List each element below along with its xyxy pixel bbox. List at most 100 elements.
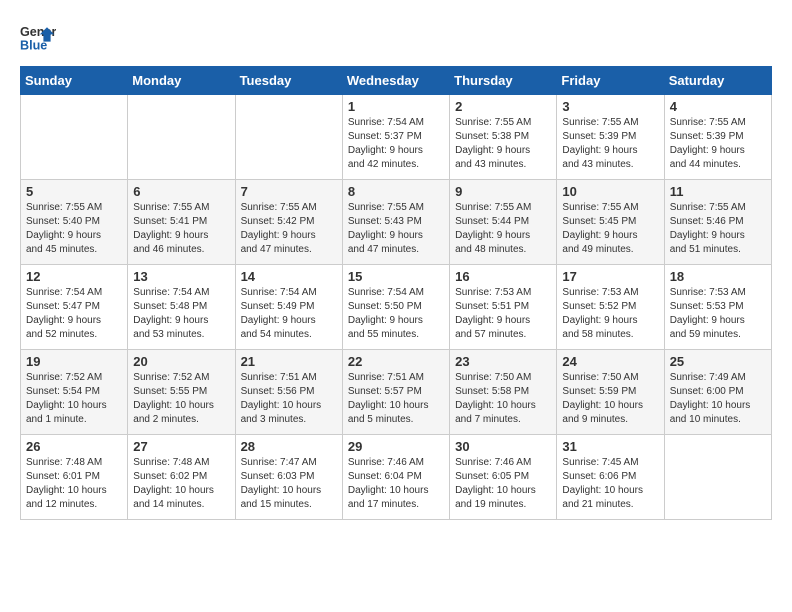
day-info: Sunrise: 7:50 AM Sunset: 5:59 PM Dayligh… [562, 371, 658, 427]
day-number: 10 [562, 184, 658, 199]
weekday-header-thursday: Thursday [450, 67, 557, 95]
logo: General Blue [20, 20, 56, 56]
day-number: 29 [348, 439, 444, 454]
day-number: 9 [455, 184, 551, 199]
calendar-cell: 25 Sunrise: 7:49 AM Sunset: 6:00 PM Dayli… [664, 350, 771, 435]
day-info: Sunrise: 7:55 AM Sunset: 5:44 PM Dayligh… [455, 201, 551, 257]
day-number: 15 [348, 269, 444, 284]
weekday-header-friday: Friday [557, 67, 664, 95]
day-info: Sunrise: 7:48 AM Sunset: 6:02 PM Dayligh… [133, 456, 229, 512]
calendar-cell [128, 95, 235, 180]
calendar-header-row: SundayMondayTuesdayWednesdayThursdayFrid… [21, 67, 772, 95]
day-info: Sunrise: 7:54 AM Sunset: 5:47 PM Dayligh… [26, 286, 122, 342]
calendar-cell [235, 95, 342, 180]
day-info: Sunrise: 7:53 AM Sunset: 5:53 PM Dayligh… [670, 286, 766, 342]
day-info: Sunrise: 7:55 AM Sunset: 5:39 PM Dayligh… [670, 116, 766, 172]
day-number: 17 [562, 269, 658, 284]
calendar-cell: 18 Sunrise: 7:53 AM Sunset: 5:53 PM Dayli… [664, 265, 771, 350]
day-info: Sunrise: 7:55 AM Sunset: 5:39 PM Dayligh… [562, 116, 658, 172]
day-info: Sunrise: 7:48 AM Sunset: 6:01 PM Dayligh… [26, 456, 122, 512]
calendar-cell: 14 Sunrise: 7:54 AM Sunset: 5:49 PM Dayli… [235, 265, 342, 350]
day-number: 12 [26, 269, 122, 284]
calendar-week-4: 19 Sunrise: 7:52 AM Sunset: 5:54 PM Dayli… [21, 350, 772, 435]
day-number: 26 [26, 439, 122, 454]
day-info: Sunrise: 7:54 AM Sunset: 5:37 PM Dayligh… [348, 116, 444, 172]
calendar-cell: 24 Sunrise: 7:50 AM Sunset: 5:59 PM Dayli… [557, 350, 664, 435]
calendar-table: SundayMondayTuesdayWednesdayThursdayFrid… [20, 66, 772, 520]
day-number: 27 [133, 439, 229, 454]
day-info: Sunrise: 7:55 AM Sunset: 5:43 PM Dayligh… [348, 201, 444, 257]
calendar-cell: 20 Sunrise: 7:52 AM Sunset: 5:55 PM Dayli… [128, 350, 235, 435]
day-number: 8 [348, 184, 444, 199]
day-info: Sunrise: 7:54 AM Sunset: 5:48 PM Dayligh… [133, 286, 229, 342]
day-info: Sunrise: 7:55 AM Sunset: 5:45 PM Dayligh… [562, 201, 658, 257]
day-number: 23 [455, 354, 551, 369]
calendar-cell: 22 Sunrise: 7:51 AM Sunset: 5:57 PM Dayli… [342, 350, 449, 435]
day-info: Sunrise: 7:46 AM Sunset: 6:05 PM Dayligh… [455, 456, 551, 512]
day-info: Sunrise: 7:46 AM Sunset: 6:04 PM Dayligh… [348, 456, 444, 512]
day-info: Sunrise: 7:51 AM Sunset: 5:56 PM Dayligh… [241, 371, 337, 427]
calendar-cell: 27 Sunrise: 7:48 AM Sunset: 6:02 PM Dayli… [128, 435, 235, 520]
calendar-week-5: 26 Sunrise: 7:48 AM Sunset: 6:01 PM Dayli… [21, 435, 772, 520]
day-info: Sunrise: 7:51 AM Sunset: 5:57 PM Dayligh… [348, 371, 444, 427]
calendar-cell: 15 Sunrise: 7:54 AM Sunset: 5:50 PM Dayli… [342, 265, 449, 350]
calendar-cell: 10 Sunrise: 7:55 AM Sunset: 5:45 PM Dayli… [557, 180, 664, 265]
day-number: 16 [455, 269, 551, 284]
calendar-cell: 21 Sunrise: 7:51 AM Sunset: 5:56 PM Dayli… [235, 350, 342, 435]
day-info: Sunrise: 7:54 AM Sunset: 5:50 PM Dayligh… [348, 286, 444, 342]
calendar-cell: 12 Sunrise: 7:54 AM Sunset: 5:47 PM Dayli… [21, 265, 128, 350]
calendar-cell: 3 Sunrise: 7:55 AM Sunset: 5:39 PM Daylig… [557, 95, 664, 180]
calendar-cell: 26 Sunrise: 7:48 AM Sunset: 6:01 PM Dayli… [21, 435, 128, 520]
day-info: Sunrise: 7:52 AM Sunset: 5:55 PM Dayligh… [133, 371, 229, 427]
day-number: 6 [133, 184, 229, 199]
day-number: 20 [133, 354, 229, 369]
day-number: 30 [455, 439, 551, 454]
day-info: Sunrise: 7:53 AM Sunset: 5:52 PM Dayligh… [562, 286, 658, 342]
day-info: Sunrise: 7:49 AM Sunset: 6:00 PM Dayligh… [670, 371, 766, 427]
day-number: 3 [562, 99, 658, 114]
day-info: Sunrise: 7:55 AM Sunset: 5:40 PM Dayligh… [26, 201, 122, 257]
calendar-cell: 2 Sunrise: 7:55 AM Sunset: 5:38 PM Daylig… [450, 95, 557, 180]
weekday-header-tuesday: Tuesday [235, 67, 342, 95]
calendar-cell: 28Sunrise: 7:47 AM Sunset: 6:03 PM Dayli… [235, 435, 342, 520]
calendar-cell [664, 435, 771, 520]
calendar-cell: 1 Sunrise: 7:54 AM Sunset: 5:37 PM Daylig… [342, 95, 449, 180]
day-info: Sunrise: 7:55 AM Sunset: 5:42 PM Dayligh… [241, 201, 337, 257]
day-number: 1 [348, 99, 444, 114]
weekday-header-monday: Monday [128, 67, 235, 95]
day-number: 18 [670, 269, 766, 284]
day-info: Sunrise: 7:55 AM Sunset: 5:38 PM Dayligh… [455, 116, 551, 172]
day-number: 19 [26, 354, 122, 369]
day-info: Sunrise: 7:52 AM Sunset: 5:54 PM Dayligh… [26, 371, 122, 427]
day-number: 22 [348, 354, 444, 369]
day-info: Sunrise: 7:45 AM Sunset: 6:06 PM Dayligh… [562, 456, 658, 512]
day-number: 2 [455, 99, 551, 114]
calendar-cell: 9 Sunrise: 7:55 AM Sunset: 5:44 PM Daylig… [450, 180, 557, 265]
calendar-cell: 5Sunrise: 7:55 AM Sunset: 5:40 PM Daylig… [21, 180, 128, 265]
day-number: 31 [562, 439, 658, 454]
calendar-cell: 19 Sunrise: 7:52 AM Sunset: 5:54 PM Dayli… [21, 350, 128, 435]
day-number: 24 [562, 354, 658, 369]
day-info: Sunrise: 7:54 AM Sunset: 5:49 PM Dayligh… [241, 286, 337, 342]
day-info: Sunrise: 7:47 AM Sunset: 6:03 PM Dayligh… [241, 456, 337, 512]
day-number: 21 [241, 354, 337, 369]
day-info: Sunrise: 7:55 AM Sunset: 5:46 PM Dayligh… [670, 201, 766, 257]
calendar-cell: 16 Sunrise: 7:53 AM Sunset: 5:51 PM Dayli… [450, 265, 557, 350]
calendar-cell: 23 Sunrise: 7:50 AM Sunset: 5:58 PM Dayli… [450, 350, 557, 435]
weekday-header-wednesday: Wednesday [342, 67, 449, 95]
day-info: Sunrise: 7:53 AM Sunset: 5:51 PM Dayligh… [455, 286, 551, 342]
calendar-cell: 6Sunrise: 7:55 AM Sunset: 5:41 PM Daylig… [128, 180, 235, 265]
svg-text:Blue: Blue [20, 39, 47, 53]
calendar-cell: 29 Sunrise: 7:46 AM Sunset: 6:04 PM Dayli… [342, 435, 449, 520]
calendar-cell: 8 Sunrise: 7:55 AM Sunset: 5:43 PM Daylig… [342, 180, 449, 265]
calendar-cell: 30 Sunrise: 7:46 AM Sunset: 6:05 PM Dayli… [450, 435, 557, 520]
calendar-cell: 7Sunrise: 7:55 AM Sunset: 5:42 PM Daylig… [235, 180, 342, 265]
day-info: Sunrise: 7:50 AM Sunset: 5:58 PM Dayligh… [455, 371, 551, 427]
day-number: 14 [241, 269, 337, 284]
logo-icon: General Blue [20, 20, 56, 56]
day-number: 13 [133, 269, 229, 284]
day-number: 25 [670, 354, 766, 369]
calendar-week-3: 12 Sunrise: 7:54 AM Sunset: 5:47 PM Dayli… [21, 265, 772, 350]
calendar-cell: 11Sunrise: 7:55 AM Sunset: 5:46 PM Dayli… [664, 180, 771, 265]
calendar-cell: 13 Sunrise: 7:54 AM Sunset: 5:48 PM Dayli… [128, 265, 235, 350]
